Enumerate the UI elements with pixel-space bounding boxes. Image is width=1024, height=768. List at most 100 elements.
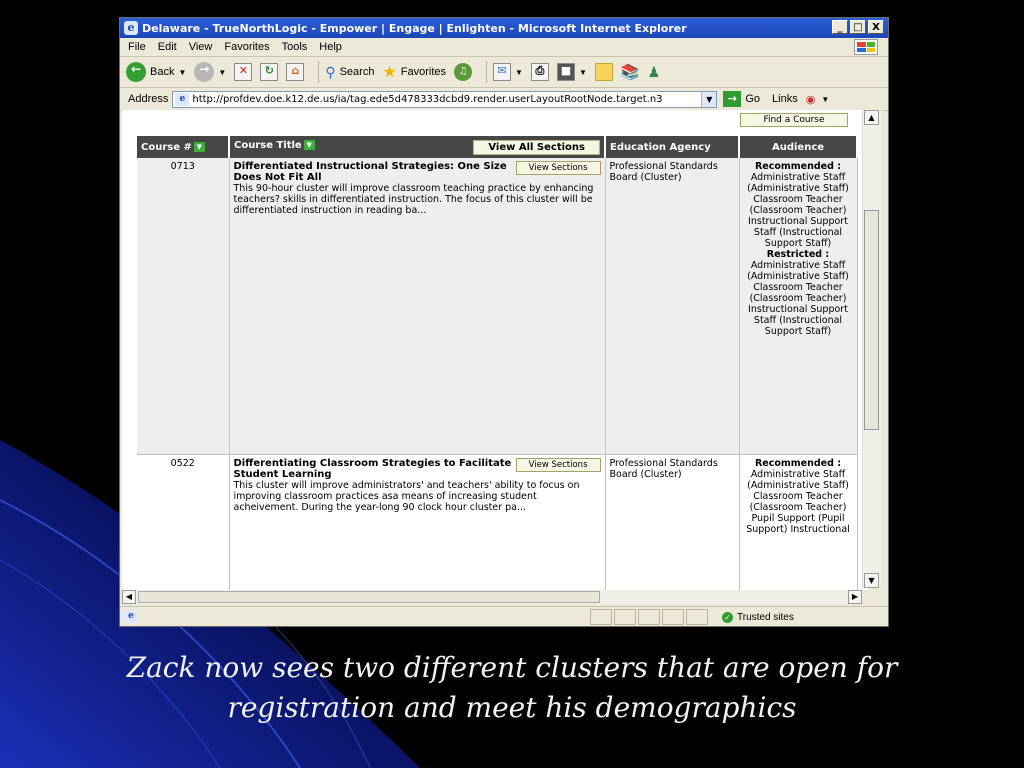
course-title-header-label: Course Title [234, 139, 302, 151]
find-course-button[interactable]: Find a Course [740, 113, 848, 127]
forward-dropdown-icon[interactable]: ▼ [218, 68, 226, 77]
scroll-right-icon[interactable]: ▶ [848, 590, 862, 604]
back-label: Back [150, 66, 175, 78]
media-button[interactable]: ♫ [454, 63, 473, 81]
recommended-label: Recommended : [754, 161, 842, 172]
course-table: Course # ▼ Course Title ▼ View All Sections… [137, 136, 858, 590]
search-button[interactable]: ⚲ Search [325, 64, 374, 81]
page-status-icon: e [124, 610, 138, 623]
status-cell [638, 609, 660, 625]
stop-icon: ✕ [234, 63, 253, 81]
toolbar-separator [318, 61, 320, 83]
security-zone[interactable]: ✓ Trusted sites [722, 609, 794, 625]
menu-bar: File Edit View Favorites Tools Help [120, 38, 888, 57]
view-sections-button[interactable]: View Sections [515, 161, 601, 175]
restricted-audience: Administrative Staff (Administrative Sta… [747, 260, 849, 337]
page-icon: e [175, 92, 190, 106]
edit-page-icon: ■ [556, 63, 575, 81]
go-button[interactable]: → Go [723, 91, 760, 107]
back-arrow-icon: ← [126, 62, 146, 82]
restricted-label: Restricted : [766, 249, 830, 260]
horizontal-scrollbar[interactable]: ◀ ▶ [122, 590, 862, 604]
close-button[interactable]: X [868, 20, 884, 34]
menu-view[interactable]: View [189, 41, 213, 53]
go-label: Go [745, 93, 761, 105]
audience-cell: Recommended : Administrative Staff (Admi… [739, 454, 858, 590]
media-icon: ♫ [454, 63, 473, 81]
course-number: 0713 [137, 158, 230, 455]
status-cell [614, 609, 636, 625]
star-icon: ★ [382, 64, 397, 81]
course-number-header[interactable]: Course # ▼ [137, 136, 230, 158]
toolbar: ← Back ▼ → ▼ ✕ ↻ ⌂ ⚲ Search ★ Favorites … [120, 57, 888, 88]
edit-button[interactable]: ■ ▼ [556, 63, 587, 81]
toolbar-separator-2 [486, 61, 488, 83]
view-all-sections-button[interactable]: View All Sections [473, 139, 600, 155]
folder-button[interactable] [594, 63, 613, 81]
menu-help[interactable]: Help [319, 41, 342, 53]
stop-button[interactable]: ✕ [234, 63, 253, 81]
status-bar: e ✓ Trusted sites [120, 606, 888, 626]
scroll-up-icon[interactable]: ▲ [864, 110, 879, 125]
trusted-check-icon: ✓ [722, 611, 733, 623]
favorites-label: Favorites [400, 66, 447, 78]
scroll-thumb[interactable] [864, 210, 879, 430]
back-button[interactable]: ← Back ▼ [126, 62, 186, 82]
course-cell: View Sections Differentiated Instruction… [229, 158, 606, 455]
printer-icon: ⎙ [530, 63, 549, 81]
course-title-header[interactable]: Course Title ▼ View All Sections [229, 136, 606, 158]
scroll-down-icon[interactable]: ▼ [864, 573, 879, 588]
edit-dropdown-icon[interactable]: ▼ [579, 68, 587, 77]
status-cell [686, 609, 708, 625]
course-cell: View Sections Differentiating Classroom … [229, 454, 606, 590]
refresh-icon: ↻ [260, 63, 279, 81]
mail-dropdown-icon[interactable]: ▼ [515, 68, 523, 77]
minimize-button[interactable]: _ [832, 20, 848, 34]
vertical-scrollbar[interactable]: ▲ ▼ [862, 110, 881, 588]
menu-edit[interactable]: Edit [158, 41, 177, 53]
go-arrow-icon: → [723, 91, 742, 107]
back-dropdown-icon[interactable]: ▼ [178, 68, 186, 77]
table-row: 0522 View Sections Differentiating Class… [137, 454, 858, 590]
title-bar[interactable]: e Delaware - TrueNorthLogic - Empower | … [120, 18, 888, 38]
page-top-row: Find a Course [122, 110, 868, 128]
home-icon: ⌂ [286, 63, 305, 81]
search-icon: ⚲ [325, 63, 336, 80]
messenger-button[interactable]: ♟ [648, 64, 661, 81]
sort-dropdown-icon[interactable]: ▼ [193, 141, 205, 152]
slide-caption: Zack now sees two different clusters tha… [126, 651, 898, 724]
status-cell [590, 609, 612, 625]
menu-file[interactable]: File [128, 41, 146, 53]
sort-dropdown-icon[interactable]: ▼ [303, 139, 315, 150]
address-label: Address [128, 93, 169, 105]
audience-cell: Recommended : Administrative Staff (Admi… [739, 158, 858, 455]
address-dropdown-icon[interactable]: ▼ [701, 91, 717, 107]
links-button[interactable]: Links ◉ ▼ [772, 93, 829, 106]
mail-button[interactable]: ✉ ▼ [493, 63, 523, 81]
recommended-audience: Administrative Staff (Administrative Sta… [747, 172, 849, 249]
messenger-icon: ♟ [647, 63, 661, 80]
maximize-button[interactable]: □ [850, 20, 866, 34]
security-zone-label: Trusted sites [737, 611, 794, 623]
scroll-left-icon[interactable]: ◀ [122, 590, 136, 604]
forward-button[interactable]: → ▼ [194, 62, 226, 82]
research-button[interactable]: 📚 [621, 63, 640, 81]
refresh-button[interactable]: ↻ [260, 63, 279, 81]
education-agency-header: Education Agency [605, 136, 740, 158]
links-label: Links [772, 93, 798, 105]
recommended-audience: Administrative Staff (Administrative Sta… [746, 469, 850, 535]
view-sections-button[interactable]: View Sections [515, 458, 601, 472]
favorites-button[interactable]: ★ Favorites [382, 62, 446, 82]
address-url: http://profdev.doe.k12.de.us/ia/tag.ede5… [192, 93, 663, 105]
ie-logo-icon: e [124, 21, 138, 35]
horizontal-scroll-thumb[interactable] [138, 591, 600, 603]
address-input[interactable]: e http://profdev.doe.k12.de.us/ia/tag.ed… [172, 90, 718, 108]
course-number-header-label: Course # [141, 141, 192, 153]
menu-tools[interactable]: Tools [282, 41, 308, 53]
status-cell [662, 609, 684, 625]
print-button[interactable]: ⎙ [530, 63, 549, 81]
menu-favorites[interactable]: Favorites [224, 41, 269, 53]
course-number: 0522 [137, 454, 230, 590]
home-button[interactable]: ⌂ [286, 63, 305, 81]
window-title: Delaware - TrueNorthLogic - Empower | En… [142, 21, 687, 35]
